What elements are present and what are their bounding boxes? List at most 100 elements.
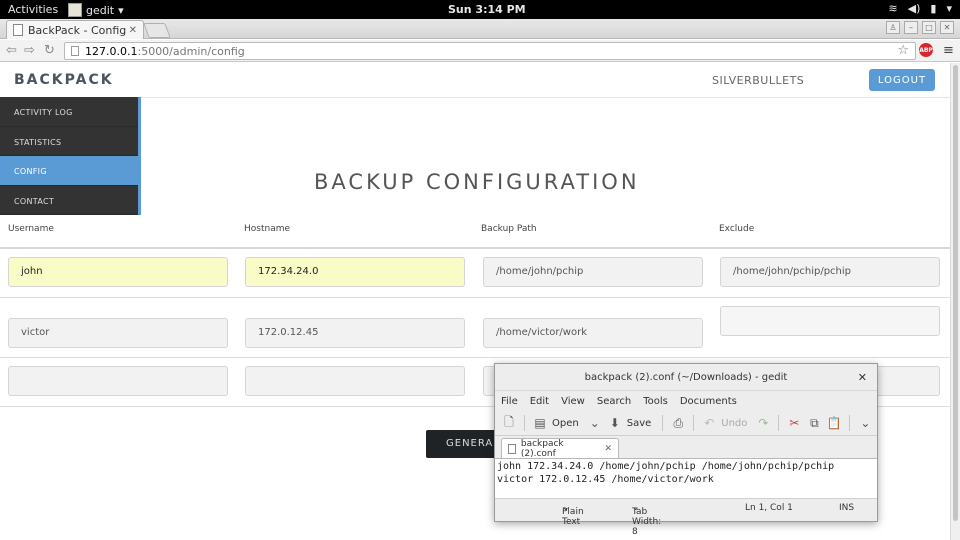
window-controls: ♙ – □ ✕ xyxy=(886,21,954,34)
activities-button[interactable]: Activities xyxy=(8,3,58,16)
gedit-titlebar[interactable]: backpack (2).conf (~/Downloads) - gedit … xyxy=(495,364,877,391)
cursor-position: Ln 1, Col 1 xyxy=(745,503,793,513)
column-header-backup-path: Backup Path xyxy=(481,224,537,234)
new-document-icon[interactable]: 🗋 xyxy=(501,415,517,431)
redo-icon[interactable]: ↷ xyxy=(755,415,771,431)
logout-button[interactable]: LOGOUT xyxy=(869,69,935,91)
minimize-icon[interactable]: – xyxy=(904,21,918,34)
username-input[interactable] xyxy=(8,366,228,396)
text-line: john 172.34.24.0 /home/john/pchip /home/… xyxy=(497,461,835,472)
syntax-selector[interactable]: Plain Text ⌄ xyxy=(562,503,584,527)
app-menu[interactable]: gedit ▾ xyxy=(68,3,124,17)
document-icon xyxy=(508,443,516,454)
sidebar-item-statistics[interactable]: STATISTICS xyxy=(0,126,138,156)
url-path: :5000/admin/config xyxy=(137,44,245,58)
wifi-icon: ≋ xyxy=(888,2,898,15)
undo-icon[interactable]: ↶ xyxy=(701,415,717,431)
user-name[interactable]: SILVERBULLETS xyxy=(712,74,804,87)
column-header-hostname: Hostname xyxy=(244,224,291,234)
toolbar-separator xyxy=(778,415,780,431)
hostname-input[interactable]: 172.0.12.45 xyxy=(245,318,465,348)
hostname-input[interactable]: 172.34.24.0 xyxy=(245,257,465,287)
sidebar-item-config[interactable]: CONFIG xyxy=(0,156,138,186)
username-input[interactable]: john xyxy=(8,257,228,287)
star-icon[interactable]: ☆ xyxy=(897,43,909,58)
toolbar-separator xyxy=(849,415,851,431)
volume-icon: ◀) xyxy=(907,2,921,15)
close-icon[interactable]: ✕ xyxy=(940,21,954,34)
backup-path-input[interactable]: /home/john/pchip xyxy=(483,257,703,287)
row-divider xyxy=(0,357,950,358)
menu-search[interactable]: Search xyxy=(597,396,631,407)
address-bar[interactable]: 127.0.0.1:5000/admin/config ☆ xyxy=(64,42,916,60)
text-line: victor 172.0.12.45 /home/victor/work xyxy=(497,474,714,485)
chevron-down-icon: ▾ xyxy=(118,3,124,17)
close-icon[interactable]: ✕ xyxy=(129,25,137,36)
menu-icon[interactable]: ≡ xyxy=(943,43,954,58)
print-icon[interactable]: ⎙ xyxy=(670,415,686,431)
row-divider xyxy=(0,297,950,298)
brand-logo[interactable]: BACKPACK xyxy=(14,72,114,88)
maximize-icon[interactable]: □ xyxy=(922,21,936,34)
browser-tab[interactable]: BackPack - Config ✕ xyxy=(6,20,144,39)
gedit-window: backpack (2).conf (~/Downloads) - gedit … xyxy=(494,363,878,537)
clock[interactable]: Sun 3:14 PM xyxy=(448,3,526,16)
battery-icon: ▮ xyxy=(930,2,937,15)
system-tray[interactable]: ≋ ◀) ▮ ▾ xyxy=(888,2,952,15)
sidebar-item-activity-log[interactable]: ACTIVITY LOG xyxy=(0,97,138,127)
reload-icon[interactable]: ↻ xyxy=(44,43,55,58)
gnome-top-bar: Activities gedit ▾ Sun 3:14 PM ≋ ◀) ▮ ▾ xyxy=(0,0,960,19)
gedit-text-area[interactable]: john 172.34.24.0 /home/john/pchip /home/… xyxy=(495,458,877,498)
toolbar-separator xyxy=(662,415,664,431)
tab-width-selector[interactable]: Tab Width: 8 ⌄ xyxy=(632,503,661,537)
menu-edit[interactable]: Edit xyxy=(530,396,549,407)
sidebar: ACTIVITY LOG STATISTICS CONFIG CONTACT xyxy=(0,97,141,215)
menu-documents[interactable]: Documents xyxy=(680,396,737,407)
save-button[interactable]: Save xyxy=(627,418,652,429)
exclude-input[interactable]: /home/john/pchip/pchip xyxy=(720,257,940,287)
forward-arrow-icon[interactable]: ⇨ xyxy=(24,43,35,58)
exclude-input[interactable] xyxy=(720,306,940,336)
new-tab-button[interactable] xyxy=(143,23,171,38)
gedit-statusbar: Plain Text ⌄ Tab Width: 8 ⌄ Ln 1, Col 1 … xyxy=(495,498,877,537)
hostname-input[interactable] xyxy=(245,366,465,396)
browser-toolbar: ⇦ ⇨ ↻ 127.0.0.1:5000/admin/config ☆ ABP … xyxy=(0,40,960,62)
gedit-tab-bar: backpack (2).conf ✕ xyxy=(495,436,877,459)
app-menu-label: gedit xyxy=(86,3,115,17)
chevron-down-icon[interactable]: ⌄ xyxy=(857,415,873,431)
adblock-icon[interactable]: ABP xyxy=(919,43,933,57)
copy-icon[interactable]: ⧉ xyxy=(806,415,822,431)
open-folder-icon[interactable]: ▤ xyxy=(532,415,548,431)
open-button[interactable]: Open xyxy=(552,418,579,429)
menu-tools[interactable]: Tools xyxy=(643,396,668,407)
page-scrollbar[interactable] xyxy=(950,63,960,540)
cut-icon[interactable]: ✂ xyxy=(786,415,802,431)
scrollbar-thumb[interactable] xyxy=(953,65,958,521)
backup-path-input[interactable]: /home/victor/work xyxy=(483,318,703,348)
user-icon[interactable]: ♙ xyxy=(886,21,900,34)
chevron-down-icon: ▾ xyxy=(946,2,952,15)
column-header-exclude: Exclude xyxy=(719,224,755,234)
gedit-title: backpack (2).conf (~/Downloads) - gedit xyxy=(584,371,788,383)
gedit-tab-label: backpack (2).conf xyxy=(520,438,564,459)
undo-button[interactable]: Undo xyxy=(721,418,747,429)
table-header-divider xyxy=(0,247,950,249)
app-header: BACKPACK SILVERBULLETS LOGOUT xyxy=(0,63,950,98)
close-icon[interactable]: ✕ xyxy=(604,444,612,454)
sidebar-item-contact[interactable]: CONTACT xyxy=(0,185,138,215)
username-input[interactable]: victor xyxy=(8,318,228,348)
url-host: 127.0.0.1 xyxy=(85,44,138,58)
column-header-username: Username xyxy=(8,224,54,234)
menu-file[interactable]: File xyxy=(501,396,518,407)
save-icon[interactable]: ⬇ xyxy=(607,415,623,431)
toolbar-separator xyxy=(693,415,695,431)
page-icon xyxy=(71,46,79,56)
close-icon[interactable]: ✕ xyxy=(858,371,867,384)
chevron-down-icon[interactable]: ⌄ xyxy=(587,415,603,431)
gedit-document-tab[interactable]: backpack (2).conf ✕ xyxy=(501,438,619,459)
back-arrow-icon[interactable]: ⇦ xyxy=(6,43,17,58)
menu-view[interactable]: View xyxy=(561,396,585,407)
insert-mode: INS xyxy=(839,503,855,513)
paste-icon[interactable]: 📋 xyxy=(826,415,842,431)
toolbar-separator xyxy=(524,415,525,431)
